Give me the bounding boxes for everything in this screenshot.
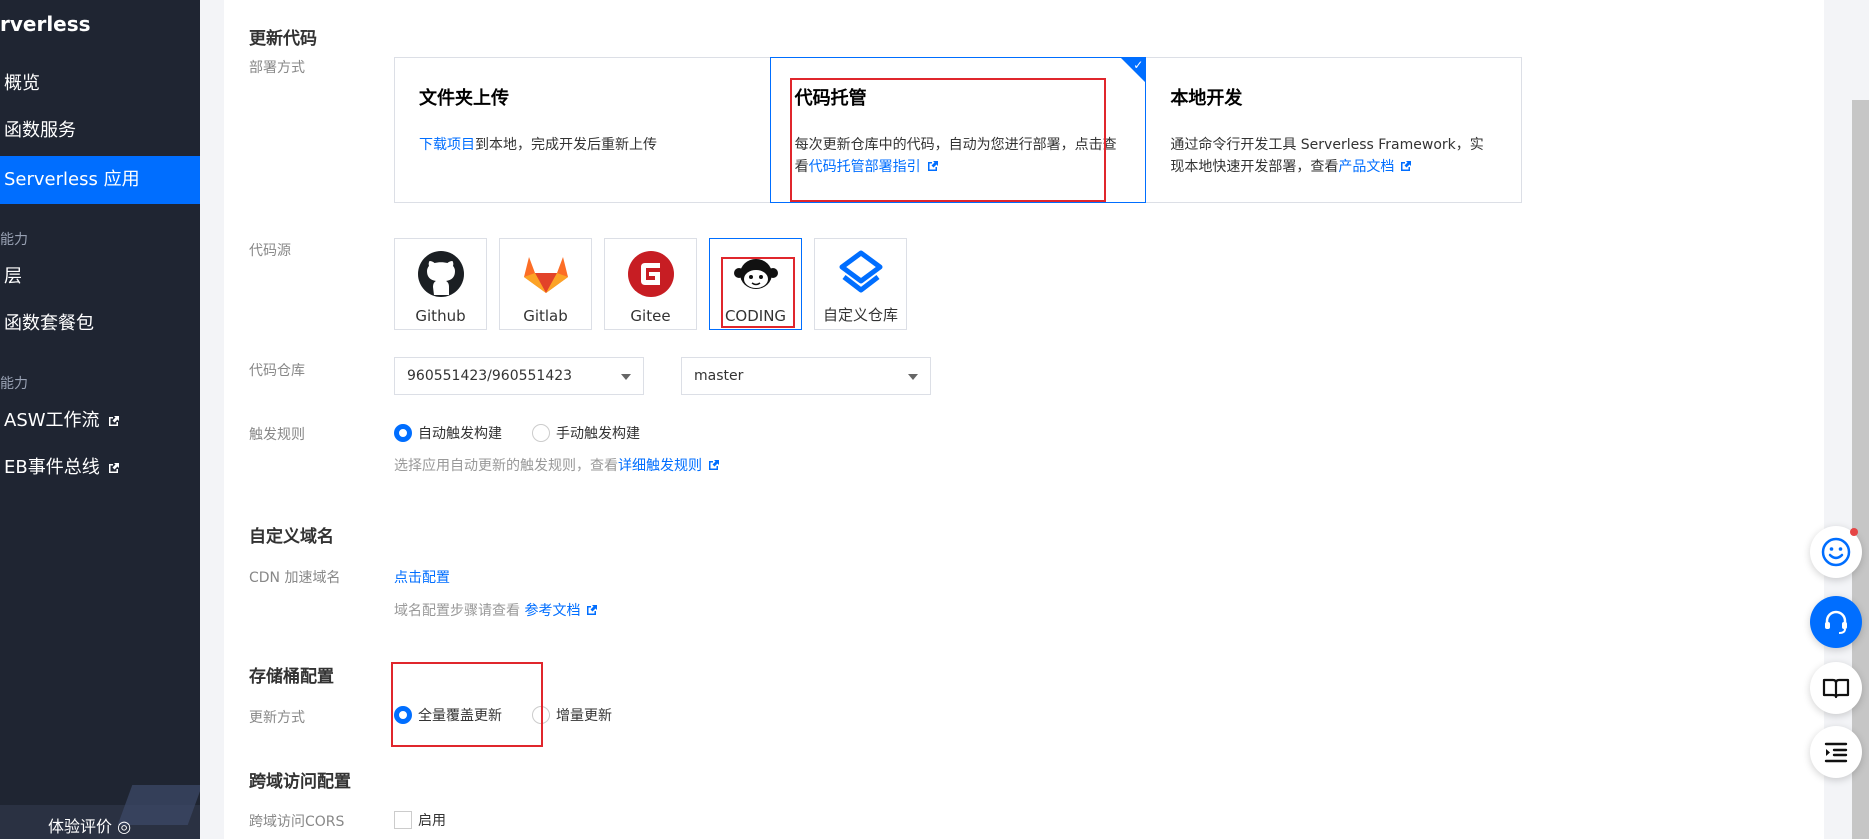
- card-title: 本地开发: [1170, 88, 1243, 109]
- sidebar-footer[interactable]: 体验评价 ◎: [0, 785, 200, 839]
- notification-dot: [1850, 528, 1858, 536]
- repo-select-value: 960551423/960551423: [407, 368, 573, 384]
- custom-repo-icon: [839, 250, 882, 293]
- sidebar-item-asw[interactable]: ASW工作流: [0, 397, 200, 445]
- radio-selected-icon: [394, 424, 412, 442]
- external-link-icon: [709, 460, 719, 470]
- reference-docs-link[interactable]: 参考文档: [524, 603, 580, 619]
- code-repo-label: 代码仓库: [249, 363, 305, 379]
- check-icon: ✓: [1133, 58, 1144, 72]
- feedback-label: 体验评价 ◎: [48, 817, 132, 836]
- trigger-hint: 选择应用自动更新的触发规则，查看详细触发规则: [394, 455, 720, 475]
- gitlab-icon: [523, 257, 568, 293]
- card-desc: 通过命令行开发工具 Serverless Framework，实现本地快速开发部…: [1170, 137, 1484, 175]
- card-code-hosting[interactable]: ✓ 代码托管 每次更新仓库中的代码，自动为您进行部署，点击查看代码托管部署指引: [769, 57, 1147, 203]
- radio-unselected-icon: [532, 706, 550, 724]
- sidebar-group-label: 能力: [0, 232, 28, 248]
- sidebar-item-label: EB事件总线: [4, 457, 100, 478]
- radio-label: 自动触发构建: [418, 426, 502, 442]
- code-hosting-guide-link[interactable]: 代码托管部署指引: [809, 159, 921, 175]
- chevron-down-icon: [908, 374, 918, 380]
- tile-label: CODING: [724, 307, 787, 325]
- cdn-config-link[interactable]: 点击配置: [394, 567, 450, 587]
- radio-label: 手动触发构建: [556, 426, 640, 442]
- external-link-icon: [927, 161, 938, 171]
- card-desc: 下载项目到本地，完成开发后重新上传: [419, 137, 657, 153]
- card-title: 代码托管: [794, 88, 867, 109]
- sidebar-item-serverless-app[interactable]: Serverless 应用: [0, 156, 200, 204]
- tile-label: 自定义仓库: [822, 306, 898, 324]
- external-link-icon: [587, 605, 598, 615]
- sidebar-item-layer[interactable]: 层: [0, 253, 200, 301]
- sidebar-group-label: 能力: [0, 376, 28, 392]
- trigger-auto-radio[interactable]: 自动触发构建: [394, 423, 502, 443]
- full-update-radio[interactable]: 全量覆盖更新: [394, 705, 502, 725]
- chevron-down-icon: [621, 374, 631, 380]
- card-local-dev[interactable]: 本地开发 通过命令行开发工具 Serverless Framework，实现本地…: [1146, 58, 1521, 202]
- section-title-domain: 自定义域名: [249, 527, 334, 547]
- outline-button[interactable]: [1810, 726, 1862, 778]
- cdn-domain-label: CDN 加速域名: [249, 570, 341, 586]
- external-link-icon: [1401, 161, 1412, 171]
- scrollbar[interactable]: [1852, 100, 1869, 839]
- cors-enable-checkbox[interactable]: 启用: [394, 810, 446, 830]
- sidebar-item-package[interactable]: 函数套餐包: [0, 300, 200, 348]
- code-source-label: 代码源: [249, 243, 291, 259]
- gitee-icon: [627, 251, 674, 297]
- deploy-method-label: 部署方式: [249, 60, 305, 76]
- sidebar-item-overview[interactable]: 概览: [0, 60, 200, 108]
- source-tile-gitee[interactable]: Gitee: [604, 238, 697, 330]
- checkbox-box: [394, 811, 412, 829]
- radio-label: 全量覆盖更新: [418, 708, 502, 724]
- sidebar-item-label: ASW工作流: [4, 410, 100, 431]
- source-tile-github[interactable]: Github: [394, 238, 487, 330]
- radio-selected-icon: [394, 706, 412, 724]
- checkbox-label: 启用: [418, 813, 446, 829]
- tile-label: Gitee: [630, 307, 671, 325]
- product-docs-link[interactable]: 产品文档: [1338, 159, 1394, 175]
- incremental-update-radio[interactable]: 增量更新: [532, 705, 612, 725]
- coding-icon: [733, 259, 778, 289]
- support-button[interactable]: [1810, 596, 1862, 648]
- source-tile-custom[interactable]: 自定义仓库: [814, 238, 907, 330]
- source-tile-coding[interactable]: CODING: [709, 238, 802, 330]
- section-title-bucket: 存储桶配置: [249, 667, 334, 687]
- section-title-update-code: 更新代码: [249, 29, 317, 49]
- tile-label: Github: [415, 307, 466, 325]
- external-link-icon: [108, 416, 119, 426]
- deploy-method-cards: 文件夹上传 下载项目到本地，完成开发后重新上传 ✓ 代码托管 每次更新仓库中的代…: [394, 57, 1522, 203]
- branch-select[interactable]: master: [681, 357, 931, 395]
- download-project-link[interactable]: 下载项目: [419, 137, 475, 153]
- external-link-icon: [108, 463, 119, 473]
- sidebar: rverless 概览 函数服务 Serverless 应用 能力 层 函数套餐…: [0, 0, 200, 839]
- docs-button[interactable]: [1810, 662, 1862, 714]
- card-folder-upload[interactable]: 文件夹上传 下载项目到本地，完成开发后重新上传: [395, 58, 770, 202]
- trigger-rules-link[interactable]: 详细触发规则: [618, 458, 702, 474]
- sidebar-item-functions[interactable]: 函数服务: [0, 107, 200, 155]
- update-method-label: 更新方式: [249, 710, 305, 726]
- domain-hint: 域名配置步骤请查看 参考文档: [394, 600, 598, 620]
- radio-label: 增量更新: [556, 708, 612, 724]
- list-icon: [1824, 742, 1848, 763]
- smile-feedback-button[interactable]: [1810, 526, 1862, 578]
- radio-unselected-icon: [532, 424, 550, 442]
- tile-label: Gitlab: [523, 307, 568, 325]
- sidebar-item-eb[interactable]: EB事件总线: [0, 444, 200, 492]
- smile-icon: [1821, 537, 1851, 567]
- github-icon: [417, 251, 464, 297]
- card-title: 文件夹上传: [419, 88, 509, 109]
- book-icon: [1822, 678, 1850, 699]
- brand-title: rverless: [0, 12, 91, 36]
- branch-select-value: master: [694, 368, 744, 384]
- card-desc: 每次更新仓库中的代码，自动为您进行部署，点击查看代码托管部署指引: [794, 137, 1117, 175]
- headset-icon: [1825, 610, 1847, 634]
- repo-select[interactable]: 960551423/960551423: [394, 357, 644, 395]
- trigger-manual-radio[interactable]: 手动触发构建: [532, 423, 640, 443]
- cors-label: 跨域访问CORS: [249, 814, 345, 830]
- section-title-cors: 跨域访问配置: [249, 772, 351, 792]
- source-tile-gitlab[interactable]: Gitlab: [499, 238, 592, 330]
- trigger-rule-label: 触发规则: [249, 427, 305, 443]
